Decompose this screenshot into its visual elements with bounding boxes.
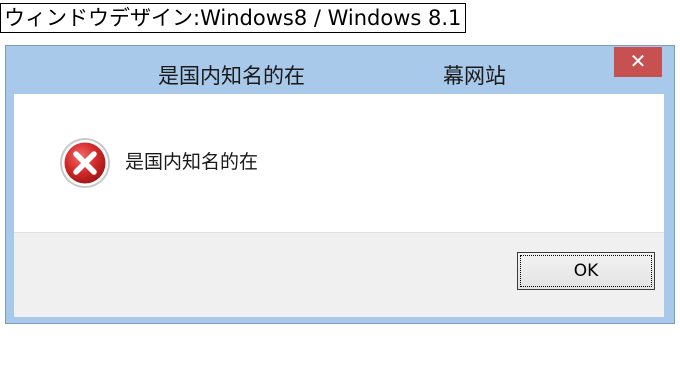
message-box-window: 是国内知名的在 幕网站 ✕ 是国内知名的在 OK [5, 45, 675, 324]
error-message: 是国内知名的在 [125, 151, 259, 173]
close-button[interactable]: ✕ [614, 47, 662, 77]
close-icon: ✕ [629, 49, 647, 73]
error-icon [60, 138, 110, 188]
window-title-suffix: 幕网站 [443, 64, 506, 88]
ok-button-label: OK [520, 255, 652, 287]
ok-button[interactable]: OK [517, 252, 655, 290]
message-area: 是国内知名的在 [14, 94, 664, 232]
dialog-client-area: 是国内知名的在 OK [14, 94, 664, 317]
design-caption: ウィンドウデザイン:Windows8 / Windows 8.1 [0, 3, 467, 33]
button-bar: OK [14, 232, 664, 317]
window-title: 是国内知名的在 [158, 64, 305, 88]
title-bar[interactable]: 是国内知名的在 幕网站 ✕ [6, 46, 674, 94]
